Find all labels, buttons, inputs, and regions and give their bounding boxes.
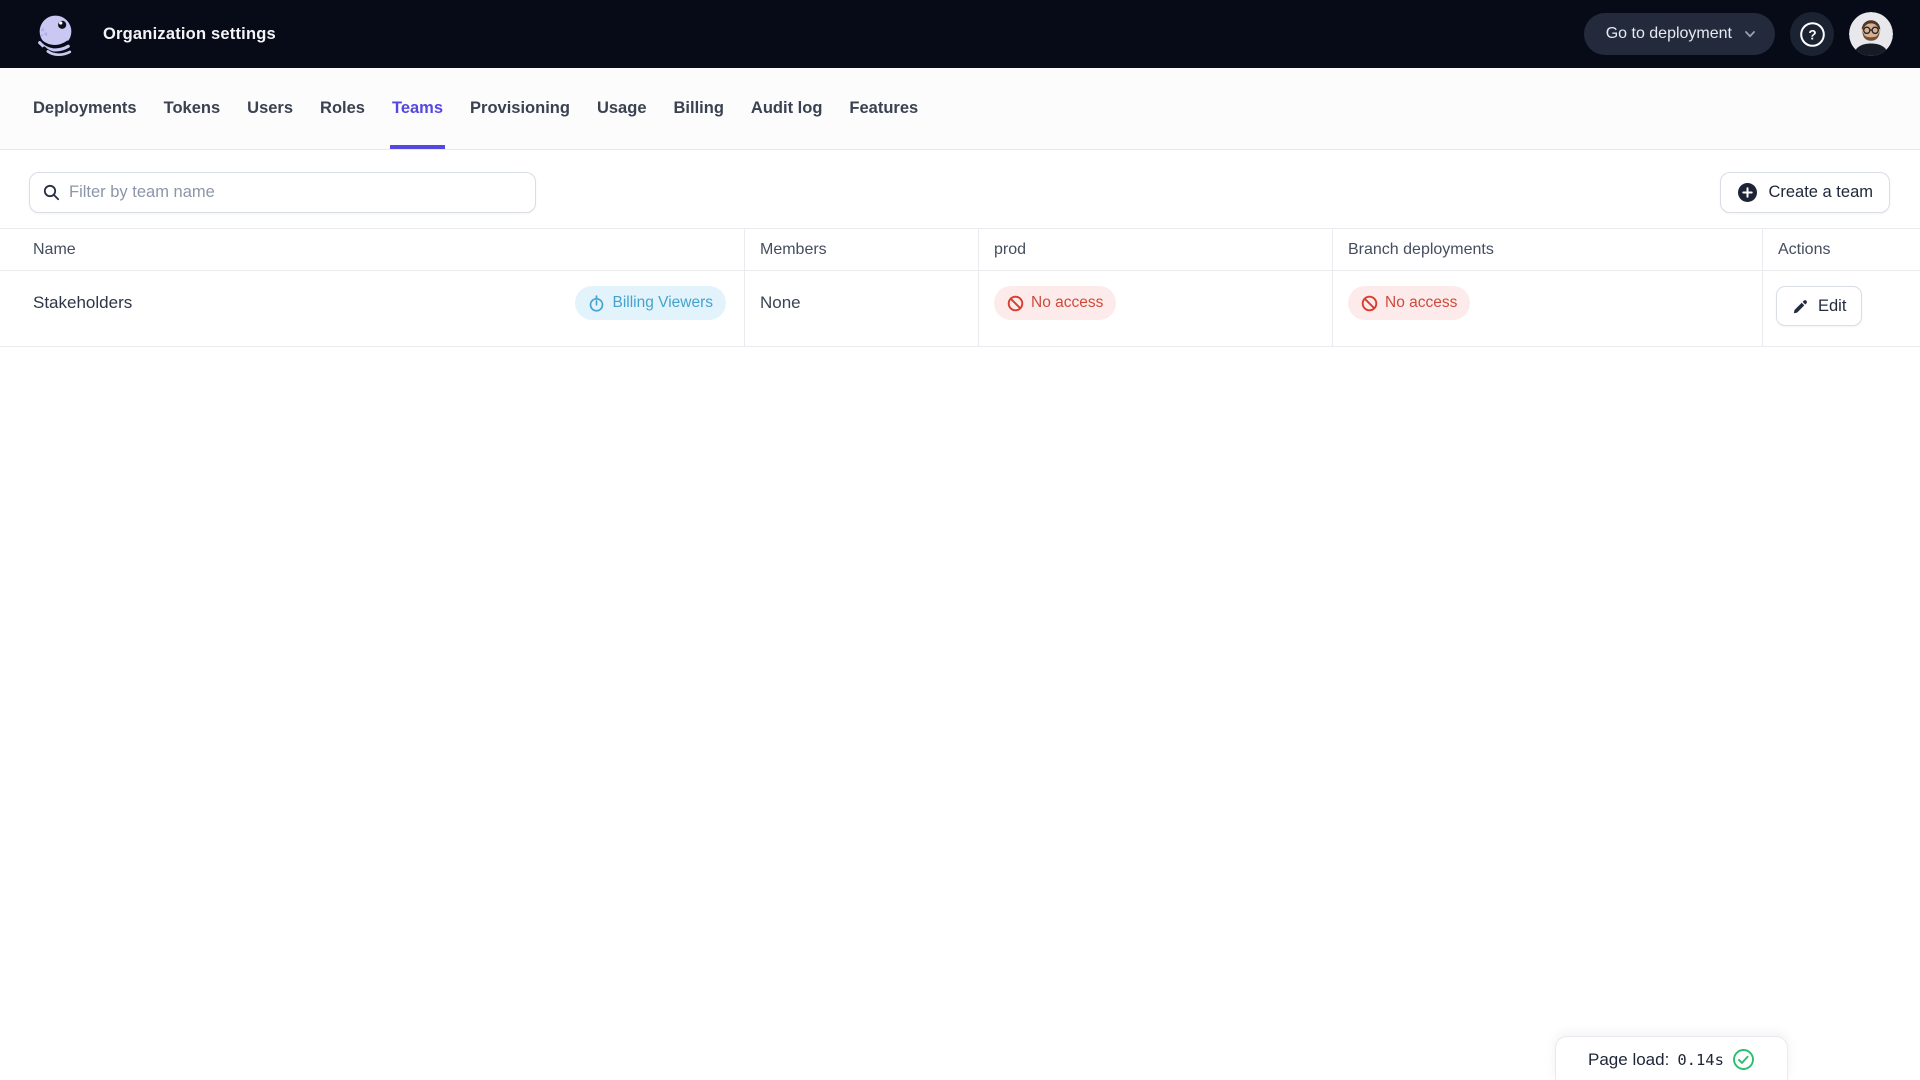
table-row-branch-cell: No access: [1332, 271, 1762, 347]
column-header-prod: prod: [978, 229, 1332, 271]
teams-table: Name Members prod Branch deployments Act…: [0, 228, 1920, 347]
column-header-name: Name: [0, 229, 744, 271]
stopwatch-icon: [588, 294, 605, 312]
tab-deployments[interactable]: Deployments: [33, 68, 137, 149]
go-to-deployment-button[interactable]: Go to deployment: [1583, 13, 1775, 55]
prod-access-badge: No access: [994, 286, 1117, 320]
tab-features[interactable]: Features: [849, 68, 918, 149]
teams-toolbar: Create a team: [0, 150, 1920, 213]
tab-usage[interactable]: Usage: [597, 68, 647, 149]
billing-viewers-label: Billing Viewers: [612, 294, 713, 311]
tab-provisioning[interactable]: Provisioning: [470, 68, 570, 149]
team-filter-box[interactable]: [29, 172, 536, 213]
user-avatar[interactable]: [1849, 12, 1893, 56]
column-header-members: Members: [744, 229, 978, 271]
edit-team-label: Edit: [1818, 296, 1847, 315]
table-row-members-cell: None: [744, 271, 978, 347]
tab-roles[interactable]: Roles: [320, 68, 365, 149]
octopus-logo-icon: [33, 12, 78, 57]
column-header-actions: Actions: [1762, 229, 1920, 271]
page-title: Organization settings: [103, 24, 276, 43]
no-entry-icon: [1007, 295, 1024, 312]
branch-access-label: No access: [1385, 294, 1458, 311]
column-header-branch-deployments: Branch deployments: [1332, 229, 1762, 271]
help-button[interactable]: ?: [1790, 12, 1834, 56]
no-entry-icon: [1361, 295, 1378, 312]
tab-audit-log[interactable]: Audit log: [751, 68, 822, 149]
page-load-label: Page load:: [1588, 1049, 1670, 1069]
header-actions: Go to deployment ?: [1583, 12, 1893, 56]
tab-users[interactable]: Users: [247, 68, 293, 149]
team-filter-input[interactable]: [69, 183, 522, 202]
page-load-card: Page load: 0.14s: [1555, 1036, 1788, 1080]
create-team-label: Create a team: [1768, 183, 1873, 201]
edit-team-button[interactable]: Edit: [1776, 286, 1863, 326]
create-team-button[interactable]: Create a team: [1720, 172, 1890, 213]
settings-tabbar: Deployments Tokens Users Roles Teams Pro…: [0, 68, 1920, 150]
members-value: None: [760, 293, 801, 312]
branch-access-badge: No access: [1348, 286, 1471, 320]
billing-viewers-badge: Billing Viewers: [575, 286, 726, 320]
page-load-value: 0.14s: [1677, 1050, 1724, 1069]
check-circle-icon: [1732, 1048, 1755, 1071]
search-icon: [43, 184, 60, 201]
tab-teams[interactable]: Teams: [389, 68, 446, 149]
app-header: Organization settings Go to deployment ?: [0, 0, 1920, 68]
pencil-icon: [1792, 298, 1809, 315]
plus-circle-icon: [1737, 182, 1758, 203]
team-name: Stakeholders: [33, 293, 133, 312]
tab-tokens[interactable]: Tokens: [164, 68, 221, 149]
tab-billing[interactable]: Billing: [674, 68, 724, 149]
table-row-actions-cell: Edit: [1762, 271, 1920, 347]
table-row-name-cell: Stakeholders Billing Viewers: [0, 271, 744, 347]
chevron-down-icon: [1743, 27, 1757, 41]
help-icon: ?: [1799, 21, 1826, 48]
prod-access-label: No access: [1031, 294, 1104, 311]
table-row-prod-cell: No access: [978, 271, 1332, 347]
go-to-deployment-label: Go to deployment: [1605, 25, 1732, 42]
svg-text:?: ?: [1808, 27, 1816, 42]
